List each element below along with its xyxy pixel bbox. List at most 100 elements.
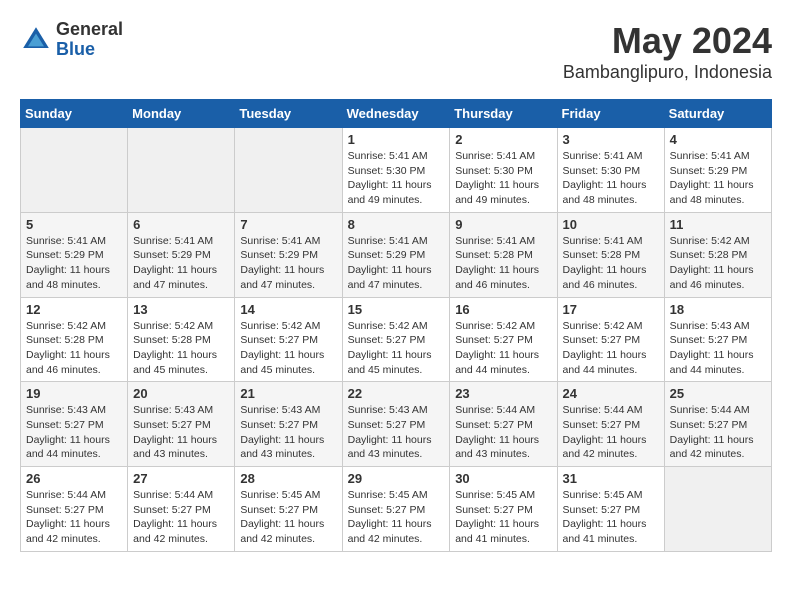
title-block: May 2024 Bambanglipuro, Indonesia [563, 20, 772, 83]
day-number: 14 [240, 302, 336, 317]
logo-general: General [56, 20, 123, 40]
day-number: 29 [348, 471, 445, 486]
calendar-cell [21, 128, 128, 213]
day-info: Sunrise: 5:41 AM Sunset: 5:29 PM Dayligh… [240, 234, 336, 293]
calendar-cell: 24Sunrise: 5:44 AM Sunset: 5:27 PM Dayli… [557, 382, 664, 467]
day-number: 13 [133, 302, 229, 317]
day-number: 12 [26, 302, 122, 317]
day-number: 7 [240, 217, 336, 232]
day-number: 3 [563, 132, 659, 147]
calendar-cell: 30 Sunrise: 5:45 AM Sunset: 5:27 PM Dayli… [450, 467, 557, 552]
day-info: Sunrise: 5:41 AM Sunset: 5:30 PM Dayligh… [348, 149, 445, 208]
calendar-cell: 25 Sunrise: 5:44 AM Sunset: 5:27 PM Dayli… [664, 382, 771, 467]
calendar-week-row: 26 Sunrise: 5:44 AM Sunset: 5:27 PM Dayli… [21, 467, 772, 552]
day-info: Sunrise: 5:43 AM Sunset: 5:27 PM Dayligh… [240, 403, 336, 462]
day-info: Sunrise: 5:41 AM Sunset: 5:28 PM Dayligh… [455, 234, 551, 293]
day-info: Sunrise: 5:41 AM Sunset: 5:28 PM Dayligh… [563, 234, 659, 293]
day-info: Sunrise: 5:41 AM Sunset: 5:29 PM Dayligh… [26, 234, 122, 293]
logo-blue: Blue [56, 40, 123, 60]
calendar-cell: 29 Sunrise: 5:45 AM Sunset: 5:27 PM Dayli… [342, 467, 450, 552]
calendar-cell: 8Sunrise: 5:41 AM Sunset: 5:29 PM Daylig… [342, 212, 450, 297]
weekday-header-monday: Monday [128, 100, 235, 128]
calendar-cell: 31 Sunrise: 5:45 AM Sunset: 5:27 PM Dayli… [557, 467, 664, 552]
day-info: Sunrise: 5:41 AM Sunset: 5:30 PM Dayligh… [563, 149, 659, 208]
day-number: 28 [240, 471, 336, 486]
day-number: 21 [240, 386, 336, 401]
day-number: 22 [348, 386, 445, 401]
calendar-cell: 23 Sunrise: 5:44 AM Sunset: 5:27 PM Dayli… [450, 382, 557, 467]
day-info: Sunrise: 5:42 AM Sunset: 5:27 PM Dayligh… [563, 319, 659, 378]
day-info: Sunrise: 5:41 AM Sunset: 5:29 PM Dayligh… [133, 234, 229, 293]
calendar-cell: 6 Sunrise: 5:41 AM Sunset: 5:29 PM Daylig… [128, 212, 235, 297]
day-number: 23 [455, 386, 551, 401]
day-info: Sunrise: 5:43 AM Sunset: 5:27 PM Dayligh… [133, 403, 229, 462]
weekday-header-thursday: Thursday [450, 100, 557, 128]
day-info: Sunrise: 5:41 AM Sunset: 5:30 PM Dayligh… [455, 149, 551, 208]
day-info: Sunrise: 5:42 AM Sunset: 5:27 PM Dayligh… [455, 319, 551, 378]
calendar-cell: 28 Sunrise: 5:45 AM Sunset: 5:27 PM Dayli… [235, 467, 342, 552]
weekday-header-wednesday: Wednesday [342, 100, 450, 128]
day-number: 26 [26, 471, 122, 486]
day-number: 31 [563, 471, 659, 486]
calendar-cell: 11Sunrise: 5:42 AM Sunset: 5:28 PM Dayli… [664, 212, 771, 297]
calendar-week-row: 1 Sunrise: 5:41 AM Sunset: 5:30 PM Daylig… [21, 128, 772, 213]
calendar-cell: 1 Sunrise: 5:41 AM Sunset: 5:30 PM Daylig… [342, 128, 450, 213]
calendar-cell: 27 Sunrise: 5:44 AM Sunset: 5:27 PM Dayli… [128, 467, 235, 552]
day-info: Sunrise: 5:41 AM Sunset: 5:29 PM Dayligh… [348, 234, 445, 293]
day-number: 27 [133, 471, 229, 486]
day-info: Sunrise: 5:43 AM Sunset: 5:27 PM Dayligh… [26, 403, 122, 462]
logo-text: General Blue [56, 20, 123, 60]
calendar-week-row: 5 Sunrise: 5:41 AM Sunset: 5:29 PM Daylig… [21, 212, 772, 297]
day-number: 4 [670, 132, 766, 147]
calendar-cell: 20Sunrise: 5:43 AM Sunset: 5:27 PM Dayli… [128, 382, 235, 467]
day-info: Sunrise: 5:44 AM Sunset: 5:27 PM Dayligh… [455, 403, 551, 462]
logo: General Blue [20, 20, 123, 60]
calendar-cell: 2Sunrise: 5:41 AM Sunset: 5:30 PM Daylig… [450, 128, 557, 213]
page-header: General Blue May 2024 Bambanglipuro, Ind… [20, 20, 772, 83]
calendar-cell: 5 Sunrise: 5:41 AM Sunset: 5:29 PM Daylig… [21, 212, 128, 297]
location-title: Bambanglipuro, Indonesia [563, 62, 772, 83]
weekday-header-tuesday: Tuesday [235, 100, 342, 128]
day-info: Sunrise: 5:43 AM Sunset: 5:27 PM Dayligh… [348, 403, 445, 462]
day-info: Sunrise: 5:42 AM Sunset: 5:27 PM Dayligh… [348, 319, 445, 378]
day-info: Sunrise: 5:45 AM Sunset: 5:27 PM Dayligh… [563, 488, 659, 547]
calendar-cell: 12 Sunrise: 5:42 AM Sunset: 5:28 PM Dayli… [21, 297, 128, 382]
calendar-table: SundayMondayTuesdayWednesdayThursdayFrid… [20, 99, 772, 552]
calendar-week-row: 19 Sunrise: 5:43 AM Sunset: 5:27 PM Dayli… [21, 382, 772, 467]
calendar-cell: 16 Sunrise: 5:42 AM Sunset: 5:27 PM Dayli… [450, 297, 557, 382]
day-info: Sunrise: 5:45 AM Sunset: 5:27 PM Dayligh… [240, 488, 336, 547]
day-number: 6 [133, 217, 229, 232]
day-number: 10 [563, 217, 659, 232]
day-info: Sunrise: 5:42 AM Sunset: 5:28 PM Dayligh… [26, 319, 122, 378]
weekday-header-friday: Friday [557, 100, 664, 128]
calendar-cell: 19 Sunrise: 5:43 AM Sunset: 5:27 PM Dayli… [21, 382, 128, 467]
day-number: 19 [26, 386, 122, 401]
day-info: Sunrise: 5:44 AM Sunset: 5:27 PM Dayligh… [26, 488, 122, 547]
calendar-cell: 22 Sunrise: 5:43 AM Sunset: 5:27 PM Dayli… [342, 382, 450, 467]
calendar-cell: 18Sunrise: 5:43 AM Sunset: 5:27 PM Dayli… [664, 297, 771, 382]
calendar-cell: 4Sunrise: 5:41 AM Sunset: 5:29 PM Daylig… [664, 128, 771, 213]
day-number: 5 [26, 217, 122, 232]
day-number: 1 [348, 132, 445, 147]
calendar-cell [664, 467, 771, 552]
calendar-cell: 9 Sunrise: 5:41 AM Sunset: 5:28 PM Daylig… [450, 212, 557, 297]
day-info: Sunrise: 5:42 AM Sunset: 5:28 PM Dayligh… [133, 319, 229, 378]
day-info: Sunrise: 5:45 AM Sunset: 5:27 PM Dayligh… [455, 488, 551, 547]
day-number: 24 [563, 386, 659, 401]
calendar-cell: 7 Sunrise: 5:41 AM Sunset: 5:29 PM Daylig… [235, 212, 342, 297]
calendar-cell: 13 Sunrise: 5:42 AM Sunset: 5:28 PM Dayli… [128, 297, 235, 382]
day-number: 9 [455, 217, 551, 232]
month-year-title: May 2024 [563, 20, 772, 62]
day-number: 30 [455, 471, 551, 486]
logo-icon [20, 24, 52, 56]
calendar-cell: 3 Sunrise: 5:41 AM Sunset: 5:30 PM Daylig… [557, 128, 664, 213]
day-number: 25 [670, 386, 766, 401]
day-number: 15 [348, 302, 445, 317]
day-info: Sunrise: 5:44 AM Sunset: 5:27 PM Dayligh… [670, 403, 766, 462]
calendar-week-row: 12 Sunrise: 5:42 AM Sunset: 5:28 PM Dayli… [21, 297, 772, 382]
day-info: Sunrise: 5:44 AM Sunset: 5:27 PM Dayligh… [133, 488, 229, 547]
calendar-cell: 15 Sunrise: 5:42 AM Sunset: 5:27 PM Dayli… [342, 297, 450, 382]
day-number: 16 [455, 302, 551, 317]
day-info: Sunrise: 5:45 AM Sunset: 5:27 PM Dayligh… [348, 488, 445, 547]
calendar-cell [235, 128, 342, 213]
